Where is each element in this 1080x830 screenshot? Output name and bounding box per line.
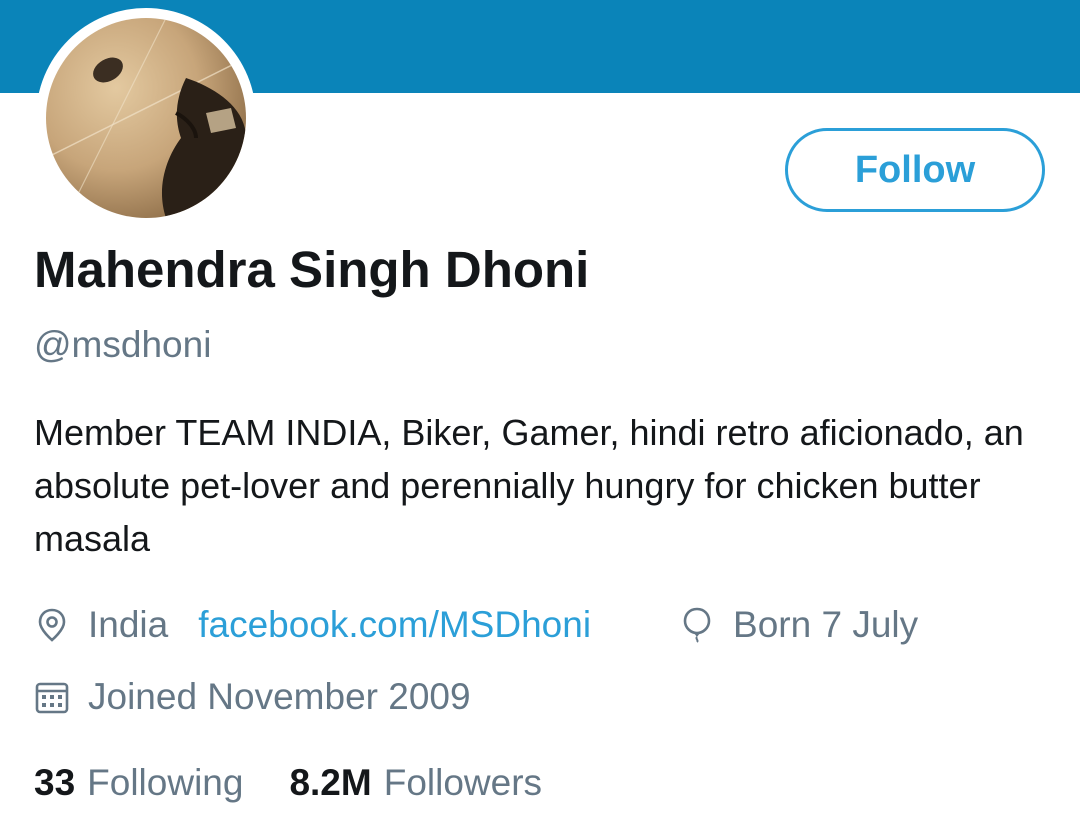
avatar-frame	[36, 8, 256, 228]
follow-button[interactable]: Follow	[785, 128, 1045, 212]
followers-stat[interactable]: 8.2M Followers	[289, 762, 542, 804]
followers-count: 8.2M	[289, 762, 372, 803]
followers-label: Followers	[383, 762, 543, 803]
profile-handle: @msdhoni	[34, 324, 212, 365]
birthday-text: Born 7 July	[733, 604, 919, 645]
location-pin-icon	[34, 607, 70, 643]
calendar-icon	[34, 679, 70, 715]
profile-bio: Member TEAM INDIA, Biker, Gamer, hindi r…	[34, 412, 1024, 559]
joined-text: Joined November 2009	[88, 676, 471, 717]
following-stat[interactable]: 33 Following	[34, 762, 243, 804]
balloon-icon	[679, 607, 715, 643]
profile-meta-row: India facebook.com/MSDhoni Born 7 July	[34, 600, 918, 650]
following-count: 33	[34, 762, 76, 803]
website-link[interactable]: facebook.com/MSDhoni	[198, 604, 591, 646]
avatar[interactable]	[46, 18, 246, 218]
profile-name: Mahendra Singh Dhoni	[34, 241, 590, 298]
profile-stats: 33 Following 8.2M Followers	[34, 758, 542, 808]
location-text: India	[88, 604, 169, 645]
following-label: Following	[87, 762, 244, 803]
profile-joined-row: Joined November 2009	[34, 672, 471, 722]
